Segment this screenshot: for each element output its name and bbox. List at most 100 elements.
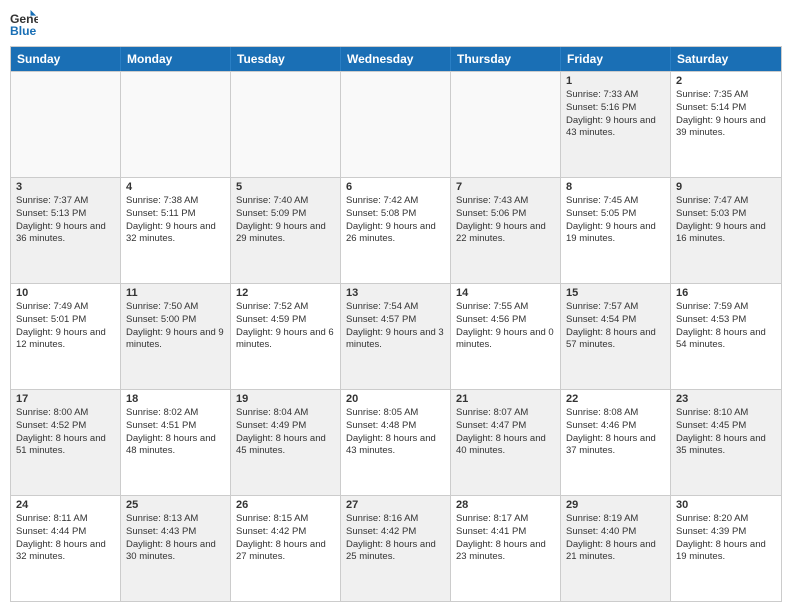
calendar-cell: 7 Sunrise: 7:43 AM Sunset: 5:06 PM Daylig… (451, 178, 561, 283)
day-info: Sunrise: 8:00 AM Sunset: 4:52 PM Dayligh… (16, 407, 115, 458)
calendar-cell: 28 Sunrise: 8:17 AM Sunset: 4:41 PM Dayli… (451, 496, 561, 601)
calendar-body: 1 Sunrise: 7:33 AM Sunset: 5:16 PM Daylig… (11, 71, 781, 601)
day-info: Sunrise: 8:16 AM Sunset: 4:42 PM Dayligh… (346, 513, 445, 564)
calendar-week-5: 24 Sunrise: 8:11 AM Sunset: 4:44 PM Dayli… (11, 495, 781, 601)
day-number: 16 (676, 287, 776, 299)
day-number: 24 (16, 499, 115, 511)
day-info: Sunrise: 7:49 AM Sunset: 5:01 PM Dayligh… (16, 301, 115, 352)
calendar-cell: 18 Sunrise: 8:02 AM Sunset: 4:51 PM Dayli… (121, 390, 231, 495)
day-number: 14 (456, 287, 555, 299)
day-info: Sunrise: 7:55 AM Sunset: 4:56 PM Dayligh… (456, 301, 555, 352)
day-number: 3 (16, 181, 115, 193)
calendar-cell (451, 72, 561, 177)
day-info: Sunrise: 8:02 AM Sunset: 4:51 PM Dayligh… (126, 407, 225, 458)
day-info: Sunrise: 8:17 AM Sunset: 4:41 PM Dayligh… (456, 513, 555, 564)
day-info: Sunrise: 7:54 AM Sunset: 4:57 PM Dayligh… (346, 301, 445, 352)
calendar-cell: 14 Sunrise: 7:55 AM Sunset: 4:56 PM Dayli… (451, 284, 561, 389)
day-number: 23 (676, 393, 776, 405)
day-info: Sunrise: 8:11 AM Sunset: 4:44 PM Dayligh… (16, 513, 115, 564)
day-info: Sunrise: 7:50 AM Sunset: 5:00 PM Dayligh… (126, 301, 225, 352)
header-day-saturday: Saturday (671, 47, 781, 71)
logo: General Blue (10, 10, 38, 38)
calendar-week-1: 1 Sunrise: 7:33 AM Sunset: 5:16 PM Daylig… (11, 71, 781, 177)
calendar-cell: 30Sunrise: 8:20 AM Sunset: 4:39 PM Dayli… (671, 496, 781, 601)
day-number: 30 (676, 499, 776, 511)
day-number: 7 (456, 181, 555, 193)
day-info: Sunrise: 8:13 AM Sunset: 4:43 PM Dayligh… (126, 513, 225, 564)
day-info: Sunrise: 7:33 AM Sunset: 5:16 PM Dayligh… (566, 89, 665, 140)
day-info: Sunrise: 7:42 AM Sunset: 5:08 PM Dayligh… (346, 195, 445, 246)
calendar-cell: 26 Sunrise: 8:15 AM Sunset: 4:42 PM Dayli… (231, 496, 341, 601)
day-number: 27 (346, 499, 445, 511)
day-info: Sunrise: 8:15 AM Sunset: 4:42 PM Dayligh… (236, 513, 335, 564)
header-day-sunday: Sunday (11, 47, 121, 71)
day-number: 15 (566, 287, 665, 299)
day-info: Sunrise: 7:57 AM Sunset: 4:54 PM Dayligh… (566, 301, 665, 352)
calendar: SundayMondayTuesdayWednesdayThursdayFrid… (10, 46, 782, 602)
day-info: Sunrise: 8:05 AM Sunset: 4:48 PM Dayligh… (346, 407, 445, 458)
header-day-friday: Friday (561, 47, 671, 71)
day-number: 21 (456, 393, 555, 405)
day-number: 6 (346, 181, 445, 193)
day-info: Sunrise: 7:52 AM Sunset: 4:59 PM Dayligh… (236, 301, 335, 352)
day-info: Sunrise: 8:19 AM Sunset: 4:40 PM Dayligh… (566, 513, 665, 564)
day-info: Sunrise: 7:35 AM Sunset: 5:14 PM Dayligh… (676, 89, 776, 140)
calendar-cell: 22 Sunrise: 8:08 AM Sunset: 4:46 PM Dayli… (561, 390, 671, 495)
header: General Blue (10, 10, 782, 38)
day-number: 1 (566, 75, 665, 87)
header-day-tuesday: Tuesday (231, 47, 341, 71)
day-number: 20 (346, 393, 445, 405)
calendar-cell: 6 Sunrise: 7:42 AM Sunset: 5:08 PM Daylig… (341, 178, 451, 283)
header-day-thursday: Thursday (451, 47, 561, 71)
day-info: Sunrise: 7:43 AM Sunset: 5:06 PM Dayligh… (456, 195, 555, 246)
calendar-week-4: 17Sunrise: 8:00 AM Sunset: 4:52 PM Dayli… (11, 389, 781, 495)
calendar-cell: 1 Sunrise: 7:33 AM Sunset: 5:16 PM Daylig… (561, 72, 671, 177)
calendar-cell (121, 72, 231, 177)
day-number: 25 (126, 499, 225, 511)
calendar-cell (11, 72, 121, 177)
day-info: Sunrise: 7:45 AM Sunset: 5:05 PM Dayligh… (566, 195, 665, 246)
day-number: 11 (126, 287, 225, 299)
calendar-cell: 25 Sunrise: 8:13 AM Sunset: 4:43 PM Dayli… (121, 496, 231, 601)
calendar-cell: 27 Sunrise: 8:16 AM Sunset: 4:42 PM Dayli… (341, 496, 451, 601)
day-info: Sunrise: 7:59 AM Sunset: 4:53 PM Dayligh… (676, 301, 776, 352)
day-number: 4 (126, 181, 225, 193)
calendar-cell: 15 Sunrise: 7:57 AM Sunset: 4:54 PM Dayli… (561, 284, 671, 389)
day-number: 2 (676, 75, 776, 87)
day-number: 8 (566, 181, 665, 193)
calendar-cell: 29 Sunrise: 8:19 AM Sunset: 4:40 PM Dayli… (561, 496, 671, 601)
day-info: Sunrise: 7:40 AM Sunset: 5:09 PM Dayligh… (236, 195, 335, 246)
day-number: 29 (566, 499, 665, 511)
day-info: Sunrise: 8:07 AM Sunset: 4:47 PM Dayligh… (456, 407, 555, 458)
calendar-cell: 16 Sunrise: 7:59 AM Sunset: 4:53 PM Dayli… (671, 284, 781, 389)
day-number: 28 (456, 499, 555, 511)
calendar-cell: 10Sunrise: 7:49 AM Sunset: 5:01 PM Dayli… (11, 284, 121, 389)
svg-text:Blue: Blue (10, 24, 37, 38)
calendar-cell: 17Sunrise: 8:00 AM Sunset: 4:52 PM Dayli… (11, 390, 121, 495)
day-number: 22 (566, 393, 665, 405)
calendar-cell: 20 Sunrise: 8:05 AM Sunset: 4:48 PM Dayli… (341, 390, 451, 495)
calendar-cell: 5Sunrise: 7:40 AM Sunset: 5:09 PM Daylig… (231, 178, 341, 283)
calendar-cell: 8 Sunrise: 7:45 AM Sunset: 5:05 PM Daylig… (561, 178, 671, 283)
day-number: 26 (236, 499, 335, 511)
calendar-cell: 12 Sunrise: 7:52 AM Sunset: 4:59 PM Dayli… (231, 284, 341, 389)
calendar-cell: 21 Sunrise: 8:07 AM Sunset: 4:47 PM Dayli… (451, 390, 561, 495)
calendar-cell: 13Sunrise: 7:54 AM Sunset: 4:57 PM Dayli… (341, 284, 451, 389)
day-info: Sunrise: 8:08 AM Sunset: 4:46 PM Dayligh… (566, 407, 665, 458)
page-container: General Blue SundayMondayTuesdayWednesda… (0, 0, 792, 612)
calendar-week-3: 10Sunrise: 7:49 AM Sunset: 5:01 PM Dayli… (11, 283, 781, 389)
calendar-cell: 2 Sunrise: 7:35 AM Sunset: 5:14 PM Daylig… (671, 72, 781, 177)
calendar-header: SundayMondayTuesdayWednesdayThursdayFrid… (11, 47, 781, 71)
header-day-wednesday: Wednesday (341, 47, 451, 71)
day-number: 18 (126, 393, 225, 405)
day-number: 19 (236, 393, 335, 405)
day-number: 12 (236, 287, 335, 299)
calendar-cell (231, 72, 341, 177)
day-info: Sunrise: 7:37 AM Sunset: 5:13 PM Dayligh… (16, 195, 115, 246)
day-info: Sunrise: 7:47 AM Sunset: 5:03 PM Dayligh… (676, 195, 776, 246)
calendar-week-2: 3 Sunrise: 7:37 AM Sunset: 5:13 PM Daylig… (11, 177, 781, 283)
header-day-monday: Monday (121, 47, 231, 71)
calendar-cell: 19Sunrise: 8:04 AM Sunset: 4:49 PM Dayli… (231, 390, 341, 495)
calendar-cell (341, 72, 451, 177)
day-info: Sunrise: 7:38 AM Sunset: 5:11 PM Dayligh… (126, 195, 225, 246)
